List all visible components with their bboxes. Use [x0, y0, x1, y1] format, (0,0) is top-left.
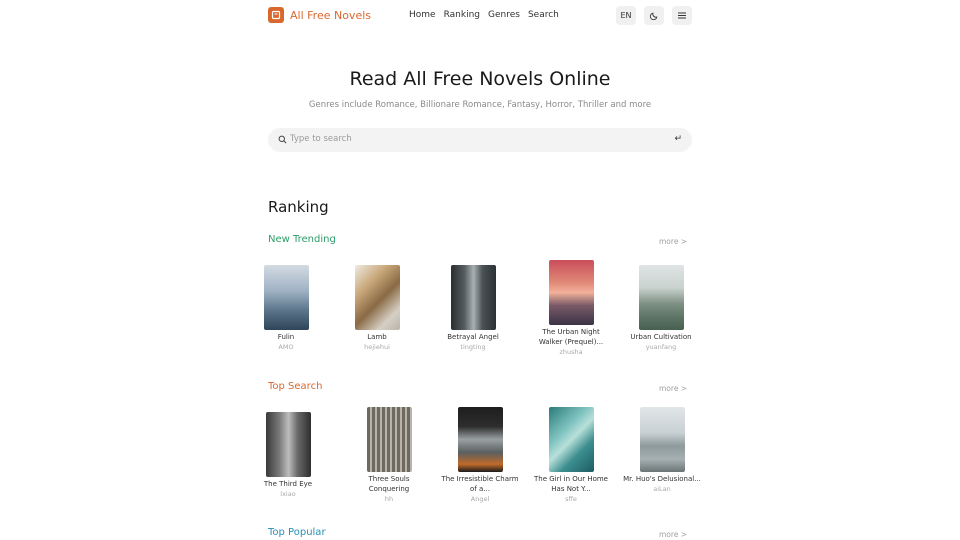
menu-button[interactable]: [672, 6, 692, 25]
search-input[interactable]: Type to search: [290, 134, 352, 144]
book-author: zhusha: [559, 348, 583, 356]
search-icon: [278, 135, 287, 144]
nav-ranking[interactable]: Ranking: [444, 10, 480, 20]
hero-title: Read All Free Novels Online: [349, 68, 611, 90]
book-title[interactable]: The Urban Night Walker (Prequel)...: [531, 327, 611, 347]
top-header: All Free Novels Home Ranking Genres Sear…: [0, 0, 960, 32]
book-title[interactable]: The Third Eye: [248, 479, 328, 489]
nav-genres[interactable]: Genres: [488, 10, 520, 20]
book-cover[interactable]: [366, 407, 412, 472]
book-author: hh: [384, 495, 394, 503]
book-cover[interactable]: [457, 407, 503, 472]
main-nav: Home Ranking Genres Search: [409, 10, 567, 20]
moon-icon: [649, 12, 657, 20]
book-card[interactable]: The Urban Night Walker (Prequel)... zhus…: [531, 260, 611, 356]
category-title-top-search[interactable]: Top Search: [268, 381, 322, 392]
nav-home[interactable]: Home: [409, 10, 436, 20]
book-author: AMO: [278, 343, 294, 351]
book-cover[interactable]: [548, 260, 594, 325]
category-title-new-trending[interactable]: New Trending: [268, 234, 336, 245]
book-title[interactable]: Urban Cultivation: [621, 332, 701, 342]
theme-toggle-button[interactable]: [644, 6, 664, 25]
book-card[interactable]: The Third Eye lxiao: [248, 412, 328, 498]
book-card[interactable]: Urban Cultivation yuanfang: [621, 265, 701, 351]
book-title[interactable]: The Girl in Our Home Has Not Y...: [531, 474, 611, 494]
book-cover[interactable]: [263, 265, 309, 330]
book-card[interactable]: Three Souls Conquering hh: [349, 407, 429, 503]
book-author: tingting: [460, 343, 486, 351]
more-link-new-trending[interactable]: more >: [659, 237, 687, 246]
book-title[interactable]: Lamb: [337, 332, 417, 342]
hero-subtitle: Genres include Romance, Billionare Roman…: [308, 100, 652, 110]
book-author: lxiao: [280, 490, 296, 498]
book-cover[interactable]: [265, 412, 311, 477]
book-card[interactable]: The Irresistible Charm of a... Angel: [440, 407, 520, 503]
book-title[interactable]: Fulin: [246, 332, 326, 342]
search-bar[interactable]: Type to search ↵: [268, 128, 692, 152]
page: All Free Novels Home Ranking Genres Sear…: [0, 0, 960, 540]
book-author: Angel: [470, 495, 490, 503]
book-card[interactable]: Fulin AMO: [246, 265, 326, 351]
book-title[interactable]: Three Souls Conquering: [349, 474, 429, 494]
book-author: hejiehui: [364, 343, 390, 351]
ranking-title: Ranking: [268, 198, 329, 216]
book-logo-icon: [268, 7, 284, 23]
book-author: sffe: [565, 495, 577, 503]
book-title[interactable]: Mr. Huo's Delusional...: [622, 474, 702, 484]
category-title-top-popular[interactable]: Top Popular: [268, 527, 326, 538]
brand-link[interactable]: All Free Novels: [268, 7, 371, 23]
enter-icon[interactable]: ↵: [674, 134, 682, 144]
nav-search[interactable]: Search: [528, 10, 559, 20]
more-link-top-popular[interactable]: more >: [659, 530, 687, 539]
brand-name: All Free Novels: [290, 8, 371, 22]
book-cover[interactable]: [639, 407, 685, 472]
book-card[interactable]: Lamb hejiehui: [337, 265, 417, 351]
book-author: yuanfang: [645, 343, 677, 351]
book-cover[interactable]: [354, 265, 400, 330]
book-card[interactable]: The Girl in Our Home Has Not Y... sffe: [531, 407, 611, 503]
book-card[interactable]: Betrayal Angel tingting: [433, 265, 513, 351]
book-cover[interactable]: [450, 265, 496, 330]
book-cover[interactable]: [548, 407, 594, 472]
more-link-top-search[interactable]: more >: [659, 384, 687, 393]
book-cover[interactable]: [638, 265, 684, 330]
book-title[interactable]: Betrayal Angel: [433, 332, 513, 342]
book-title[interactable]: The Irresistible Charm of a...: [440, 474, 520, 494]
language-button[interactable]: EN: [616, 6, 636, 25]
hamburger-icon: [678, 12, 686, 19]
book-card[interactable]: Mr. Huo's Delusional... aiLan: [622, 407, 702, 493]
book-author: aiLan: [653, 485, 671, 493]
